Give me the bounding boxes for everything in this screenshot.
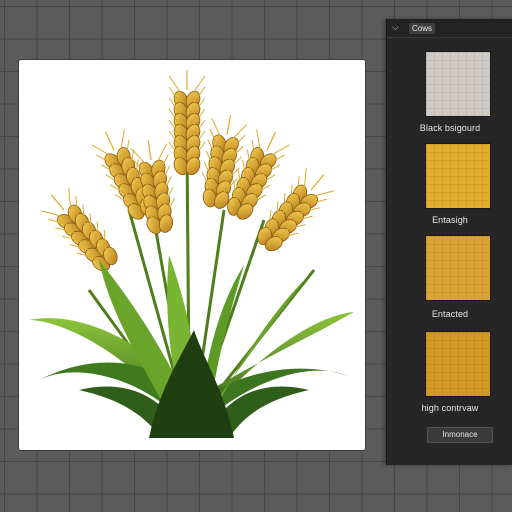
swatch-black-background[interactable] (425, 51, 491, 117)
swatch-enacted[interactable] (425, 235, 491, 301)
swatch-label: Black bsigourd (419, 123, 481, 133)
swatch-label: Entasigh (432, 215, 468, 225)
panel-header: ⌵ Cows (387, 19, 512, 38)
swatch-label: high contrvaw (421, 403, 479, 413)
panel-title[interactable]: Cows (409, 23, 436, 34)
wheat-illustration (29, 70, 354, 438)
chevron-down-icon[interactable]: ⌵ (392, 22, 402, 32)
swatch-high-contrast[interactable] (425, 331, 491, 397)
apply-button[interactable]: Inmonace (427, 427, 493, 443)
adjustments-panel: ⌵ Cows Black bsigourd Entasigh Entacted … (386, 19, 512, 465)
swatch-label: Entacted (431, 309, 469, 319)
image-canvas[interactable] (19, 60, 365, 450)
swatch-enhanced[interactable] (425, 143, 491, 209)
